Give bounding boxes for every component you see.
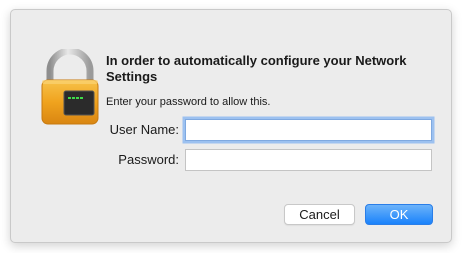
ok-button[interactable]: OK: [365, 204, 433, 225]
padlock-terminal-icon: [38, 47, 102, 125]
password-label: Password:: [118, 152, 179, 167]
username-label: User Name:: [109, 122, 179, 137]
password-input[interactable]: [185, 149, 432, 171]
auth-dialog: In order to automatically configure your…: [10, 9, 452, 243]
dialog-title: In order to automatically configure your…: [106, 53, 407, 84]
dialog-subtitle: Enter your password to allow this.: [106, 96, 271, 108]
cancel-button[interactable]: Cancel: [284, 204, 355, 225]
username-input[interactable]: [185, 119, 432, 141]
